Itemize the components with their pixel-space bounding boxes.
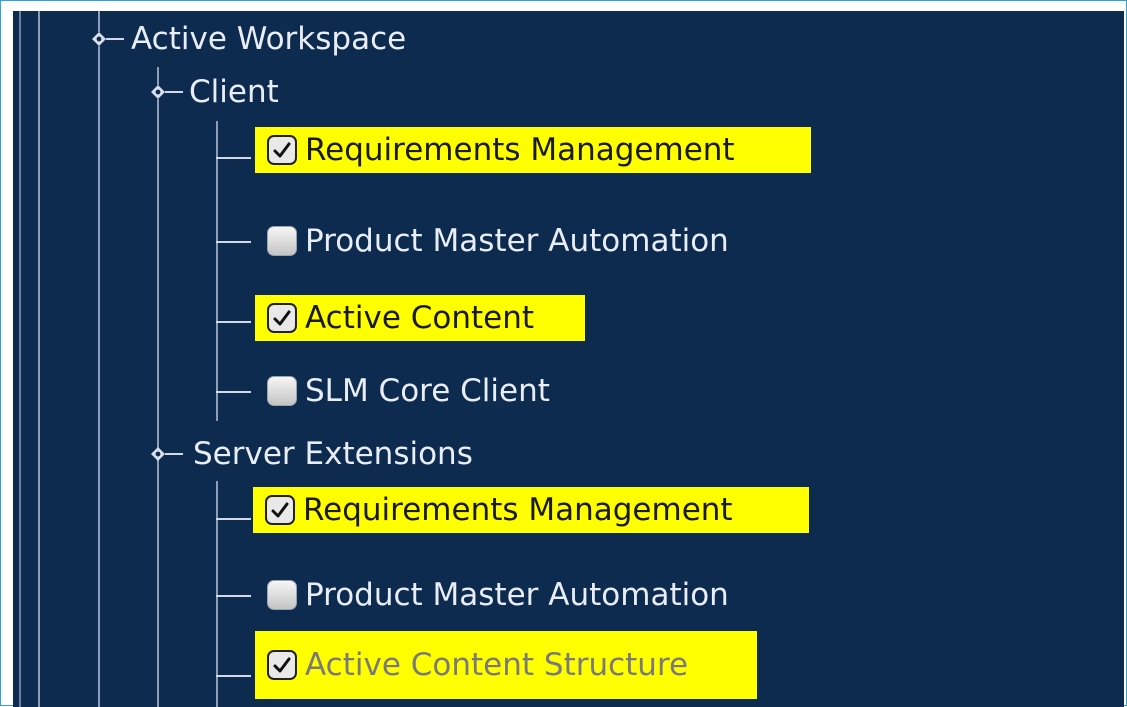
tree-item-active-content[interactable]: Active Content xyxy=(255,295,585,341)
checkbox-checked-icon[interactable] xyxy=(267,135,297,165)
tree-connector xyxy=(216,391,251,393)
tree-guide-line xyxy=(19,11,21,707)
screenshot-frame: Active Workspace Client Requirements Man… xyxy=(0,0,1127,707)
checkbox-checked-icon[interactable] xyxy=(267,303,297,333)
tree-connector xyxy=(165,453,183,455)
tree-node-active-workspace[interactable]: Active Workspace xyxy=(131,17,406,61)
item-label: Product Master Automation xyxy=(305,223,729,259)
tree-item-requirements-management-client[interactable]: Requirements Management xyxy=(255,127,811,173)
checkbox-checked-icon[interactable] xyxy=(265,495,295,525)
feature-tree: Active Workspace Client Requirements Man… xyxy=(13,11,1124,707)
tree-item-product-master-automation-client[interactable]: Product Master Automation xyxy=(255,218,733,264)
item-label: Requirements Management xyxy=(305,132,735,168)
tree-guide-line xyxy=(157,67,159,85)
tree-guide-line xyxy=(98,46,100,707)
tree-connector xyxy=(216,241,251,243)
item-label: Active Content Structure xyxy=(305,647,689,683)
checkbox-checked-icon[interactable] xyxy=(267,650,297,680)
tree-guide-line xyxy=(216,481,218,707)
tree-guide-line xyxy=(38,11,40,707)
tree-connector xyxy=(165,91,183,93)
checkbox-unchecked-icon[interactable] xyxy=(267,226,297,256)
tree-connector xyxy=(216,595,251,597)
checkbox-unchecked-icon[interactable] xyxy=(267,376,297,406)
item-label: Active Content xyxy=(305,300,535,336)
tree-node-server-extensions[interactable]: Server Extensions xyxy=(193,432,473,476)
node-expand-icon[interactable] xyxy=(151,85,165,99)
item-label: Requirements Management xyxy=(303,492,733,528)
tree-connector xyxy=(106,38,124,40)
tree-connector xyxy=(216,518,251,520)
tree-guide-line xyxy=(98,11,100,32)
checkbox-unchecked-icon[interactable] xyxy=(267,580,297,610)
tree-guide-line xyxy=(216,121,218,421)
node-expand-icon[interactable] xyxy=(151,447,165,461)
tree-connector xyxy=(216,321,251,323)
tree-item-requirements-management-server[interactable]: Requirements Management xyxy=(253,487,809,533)
tree-item-active-content-structure[interactable]: Active Content Structure xyxy=(255,631,757,699)
tree-item-slm-core-client[interactable]: SLM Core Client xyxy=(255,368,554,414)
item-label: Product Master Automation xyxy=(305,577,729,613)
tree-connector xyxy=(216,675,251,677)
item-label: SLM Core Client xyxy=(305,373,550,409)
tree-item-product-master-automation-server[interactable]: Product Master Automation xyxy=(255,572,733,618)
node-expand-icon[interactable] xyxy=(92,32,106,46)
tree-connector xyxy=(216,157,251,159)
tree-guide-line xyxy=(157,99,159,707)
tree-node-client[interactable]: Client xyxy=(189,70,279,114)
